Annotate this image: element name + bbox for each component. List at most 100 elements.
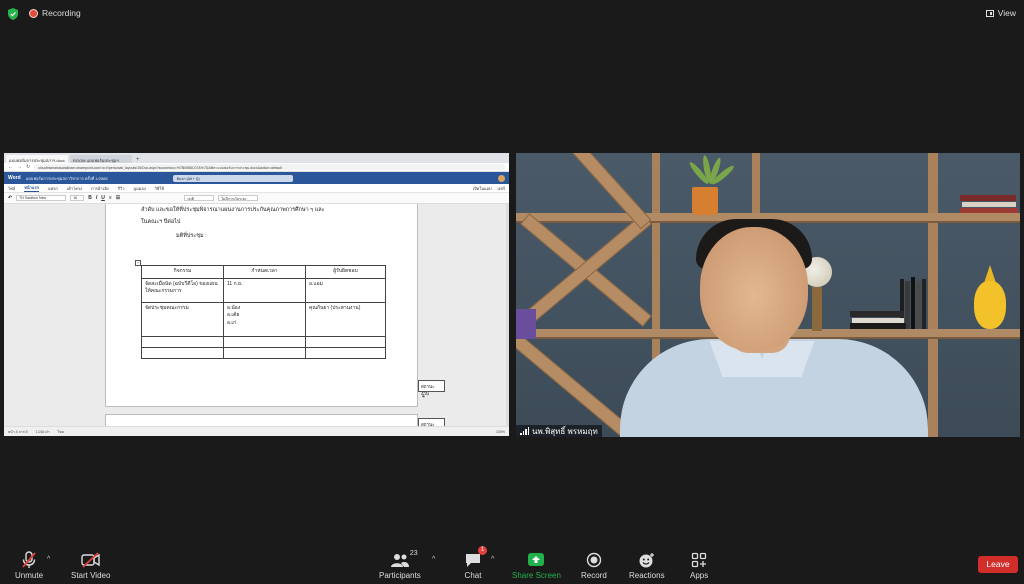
record-icon <box>586 549 602 571</box>
participants-button[interactable]: 23 Participants <box>379 549 421 580</box>
font-name-select[interactable]: TH Sarabun New <box>16 195 67 201</box>
record-label: Record <box>581 571 607 580</box>
font-size-select[interactable]: 16 <box>70 195 85 201</box>
participants-label: Participants <box>379 571 421 580</box>
table-cell[interactable] <box>141 346 224 359</box>
open-in-app-button[interactable]: เปิดในแอป <box>473 185 492 192</box>
chat-label: Chat <box>464 571 482 580</box>
apps-button[interactable]: Apps <box>690 549 708 580</box>
book <box>850 323 906 329</box>
table-header-row: กิจกรรม กำหนดเวลา ผู้รับผิดชอบ <box>141 265 386 279</box>
leave-button[interactable]: Leave <box>978 556 1018 573</box>
italic-icon[interactable]: I <box>96 195 97 201</box>
recording-indicator[interactable]: Recording <box>29 8 81 18</box>
document-table[interactable]: กิจกรรม กำหนดเวลา ผู้รับผิดชอบ จัดสะเมื่… <box>141 265 386 359</box>
document-canvas[interactable]: ลำดับ และขอให้ที่ประชุมพิจารณาแผนงานการป… <box>4 204 509 434</box>
doc-resolution-label: มติที่ประชุม : <box>176 233 207 239</box>
participant-name: นพ.พิสุทธิ์ พรหมฤท <box>532 426 598 436</box>
forward-icon[interactable]: → <box>17 164 22 170</box>
word-status-bar: หน้า 4 จาก 5 1,016 คำ ไทย 100% <box>4 426 509 436</box>
word-app-name[interactable]: Word <box>8 175 21 181</box>
table-cell[interactable]: 11 ก.ย. <box>223 277 306 303</box>
unmute-button[interactable]: Unmute <box>15 549 43 580</box>
participant-video[interactable]: นพ.พิสุทธิ์ พรหมฤท <box>516 153 1020 437</box>
table-cell[interactable] <box>223 335 306 348</box>
style-no-spacing[interactable]: ไม่มีการเว้นระยะ <box>218 195 259 201</box>
document-title[interactable]: แบบฟอร์มการประชุมสภาวิชาการ ครั้งที่ 1/2… <box>26 175 108 182</box>
books <box>962 202 1016 207</box>
word-search-box[interactable]: ค้นหา (Alt + Q) <box>172 174 293 182</box>
reactions-button[interactable]: Reactions <box>629 549 665 580</box>
bold-icon[interactable]: B <box>88 195 92 201</box>
books <box>960 195 1016 201</box>
menu-view[interactable]: มุมมอง <box>134 185 146 192</box>
participants-options-caret-icon[interactable]: ^ <box>432 556 435 563</box>
bullet-list-icon[interactable]: ≡ <box>109 195 112 201</box>
security-shield-icon[interactable] <box>8 8 18 20</box>
reload-icon[interactable]: ↻ <box>26 164 30 170</box>
participant-name-tag: นพ.พิสุทธิ์ พรหมฤท <box>516 425 602 437</box>
align-icon[interactable]: ☰ <box>116 195 120 201</box>
word-menu-bar: ไฟล์ หน้าแรก แทรก เค้าโครง การอ้างอิง รี… <box>4 184 509 193</box>
table-cell[interactable]: คุณกันยา (ประสานงาน) <box>305 301 386 337</box>
book <box>850 311 904 317</box>
table-row: จัดสะเมื่อนัด (ฉบับวีดีโอ) ของแผนให้คณะก… <box>141 277 386 303</box>
style-normal[interactable]: ปกติ <box>184 195 215 201</box>
share-screen-label: Share Screen <box>512 571 561 580</box>
table-cell[interactable]: จัดสะเมื่อนัด (ฉบับวีดีโอ) ของแผนให้คณะก… <box>141 277 224 303</box>
table-cell[interactable] <box>305 346 386 359</box>
language[interactable]: ไทย <box>58 429 64 435</box>
table-cell[interactable] <box>305 335 386 348</box>
table-header-cell: กิจกรรม <box>141 265 224 279</box>
reactions-smiley-icon <box>638 549 656 571</box>
start-video-label: Start Video <box>71 571 111 580</box>
view-layout-icon <box>985 9 994 17</box>
table-header-cell: กำหนดเวลา <box>223 265 306 279</box>
person-face <box>700 227 808 351</box>
video-off-icon <box>81 549 101 571</box>
table-cell[interactable]: จัดประชุมคณะกรรม <box>141 301 224 337</box>
browser-tab[interactable]: แบบฟอร์มการประชุมสภาฯ.docx <box>6 155 68 163</box>
menu-references[interactable]: การอ้างอิง <box>91 185 109 192</box>
shelf-post <box>928 153 938 437</box>
start-video-button[interactable]: Start Video <box>71 549 110 580</box>
menu-insert[interactable]: แทรก <box>48 185 58 192</box>
audio-options-caret-icon[interactable]: ^ <box>47 556 50 563</box>
menu-review[interactable]: รีวิว <box>118 185 125 192</box>
table-cell[interactable] <box>141 335 224 348</box>
table-cell[interactable] <box>223 346 306 359</box>
doc-paragraph-line: ลำดับ และขอให้ที่ประชุมพิจารณาแผนงานการป… <box>141 207 325 213</box>
chat-options-caret-icon[interactable]: ^ <box>491 556 494 563</box>
undo-icon[interactable]: ↶ <box>8 195 12 201</box>
menu-help[interactable]: วิธีใช้ <box>155 185 164 192</box>
document-scrollbar[interactable] <box>506 204 509 426</box>
table-cell[interactable]: อ.แอม <box>305 277 386 303</box>
document-page[interactable]: ลำดับ และขอให้ที่ประชุมพิจารณาแผนงานการป… <box>105 204 418 407</box>
share-screen-button[interactable]: Share Screen <box>512 549 561 580</box>
back-icon[interactable]: ← <box>8 164 13 170</box>
table-row <box>141 346 386 359</box>
menu-home[interactable]: หน้าแรก <box>24 184 40 192</box>
share-screen-icon <box>527 549 545 571</box>
side-status-box: สถานะงาน <box>418 380 445 396</box>
user-avatar[interactable] <box>498 174 505 182</box>
chat-button[interactable]: 1 Chat <box>464 546 487 580</box>
menu-layout[interactable]: เค้าโครง <box>67 185 82 192</box>
browser-tab[interactable]: ROOM แบบฟอร์มประชุมฯ <box>70 155 132 163</box>
word-count: 1,016 คำ <box>35 429 50 434</box>
view-label: View <box>997 8 1016 18</box>
menu-file[interactable]: ไฟล์ <box>8 185 15 192</box>
table-cell[interactable]: อ.น้อง อ.เต้ย อ.เก่ <box>223 301 306 337</box>
microphone-muted-icon <box>21 549 37 571</box>
book <box>916 281 921 329</box>
table-header-cell: ผู้รับผิดชอบ <box>305 265 386 279</box>
record-button[interactable]: Record <box>581 549 607 580</box>
view-button[interactable]: View <box>985 8 1016 18</box>
share-doc-button[interactable]: แชร์ <box>498 185 505 192</box>
book <box>922 279 926 329</box>
underline-icon[interactable]: U <box>101 195 105 201</box>
zoom-level[interactable]: 100% <box>496 430 505 434</box>
url-field[interactable]: cloudmsmahasarakham.sharepoint.com/:w:/r… <box>34 164 505 170</box>
book <box>911 277 915 329</box>
new-tab-icon[interactable]: + <box>136 157 140 163</box>
